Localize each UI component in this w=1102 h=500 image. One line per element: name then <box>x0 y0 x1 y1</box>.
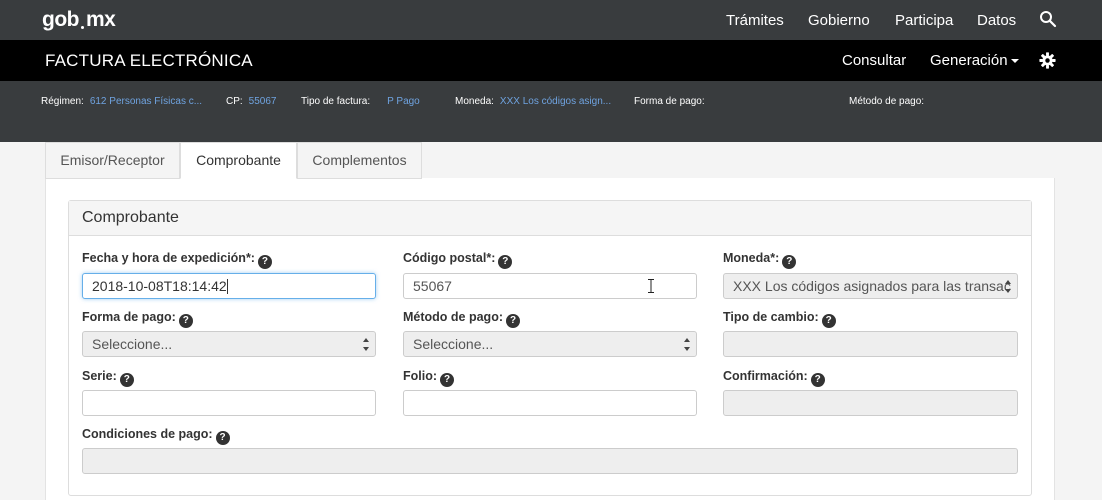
nav-generacion-dropdown[interactable]: Generación <box>930 52 1019 69</box>
label-fecha: Fecha y hora de expedición*:? <box>82 251 272 269</box>
help-icon[interactable]: ? <box>119 373 134 387</box>
fecha-input[interactable]: 2018-10-08T18:14:42 <box>82 273 376 299</box>
nav-tramites[interactable]: Trámites <box>726 12 784 29</box>
label-serie: Serie:? <box>82 369 134 387</box>
text-cursor-icon <box>648 279 654 293</box>
app-header: FACTURA ELECTRÓNICA Consultar Generación <box>0 40 1102 81</box>
info-regimen: Régimen: 612 Personas Físicas c... <box>41 96 203 107</box>
gear-icon[interactable] <box>1039 52 1056 69</box>
card-title: Comprobante <box>82 209 179 226</box>
label-condiciones-pago: Condiciones de pago:? <box>82 427 230 445</box>
help-icon[interactable]: ? <box>506 314 520 328</box>
label-tipo-cambio: Tipo de cambio:? <box>723 310 836 328</box>
help-icon[interactable]: ? <box>821 314 836 328</box>
app-title[interactable]: FACTURA ELECTRÓNICA <box>45 51 253 71</box>
nav-consultar[interactable]: Consultar <box>842 52 906 69</box>
select-arrows-icon <box>1005 280 1013 293</box>
tipo-cambio-input[interactable] <box>723 331 1018 357</box>
tab-comprobante[interactable]: Comprobante <box>180 142 297 179</box>
label-codigo-postal: Código postal*:? <box>403 251 513 269</box>
top-navbar: gob mx Trámites Gobierno Participa Datos <box>0 0 1102 40</box>
info-forma-pago: Forma de pago: <box>634 96 705 107</box>
info-tipo-factura: Tipo de factura: P Pago <box>301 96 420 107</box>
help-icon[interactable]: ? <box>810 373 825 387</box>
condiciones-pago-input[interactable] <box>82 448 1018 474</box>
nav-datos[interactable]: Datos <box>977 12 1016 29</box>
confirmacion-input[interactable] <box>723 390 1018 416</box>
gobmx-logo[interactable]: gob mx <box>42 8 116 32</box>
moneda-select[interactable]: XXX Los códigos asignados para las trans… <box>723 273 1018 299</box>
label-metodo-pago: Método de pago:? <box>403 310 520 328</box>
info-metodo-pago: Método de pago: <box>849 96 925 107</box>
select-arrows-icon <box>363 338 371 351</box>
search-icon[interactable] <box>1039 10 1057 28</box>
help-icon[interactable]: ? <box>440 373 455 387</box>
label-forma-pago: Forma de pago:? <box>82 310 193 328</box>
info-cp: CP: 55067 <box>226 96 277 107</box>
metodo-pago-select[interactable]: Seleccione... <box>403 331 697 357</box>
help-icon[interactable]: ? <box>782 255 797 269</box>
nav-gobierno[interactable]: Gobierno <box>808 12 870 29</box>
folio-input[interactable] <box>403 390 697 416</box>
tab-emisor-receptor[interactable]: Emisor/Receptor <box>45 142 180 179</box>
chevron-down-icon <box>1010 59 1019 64</box>
nav-generacion-label: Generación <box>930 52 1008 69</box>
help-icon[interactable]: ? <box>215 431 230 445</box>
forma-pago-select[interactable]: Seleccione... <box>82 331 376 357</box>
label-moneda: Moneda*:? <box>723 251 797 269</box>
tab-complementos[interactable]: Complementos <box>297 142 422 179</box>
help-icon[interactable]: ? <box>498 255 513 269</box>
select-arrows-icon <box>684 338 692 351</box>
label-confirmacion: Confirmación:? <box>723 369 825 387</box>
invoice-summary-bar: Régimen: 612 Personas Físicas c... CP: 550… <box>0 81 1102 142</box>
serie-input[interactable] <box>82 390 376 416</box>
label-folio: Folio:? <box>403 369 455 387</box>
nav-participa[interactable]: Participa <box>895 12 953 29</box>
help-icon[interactable]: ? <box>178 314 193 328</box>
card-header: Comprobante <box>69 201 1031 236</box>
help-icon[interactable]: ? <box>257 255 272 269</box>
info-moneda: Moneda: XXX Los códigos asign... <box>455 96 612 107</box>
